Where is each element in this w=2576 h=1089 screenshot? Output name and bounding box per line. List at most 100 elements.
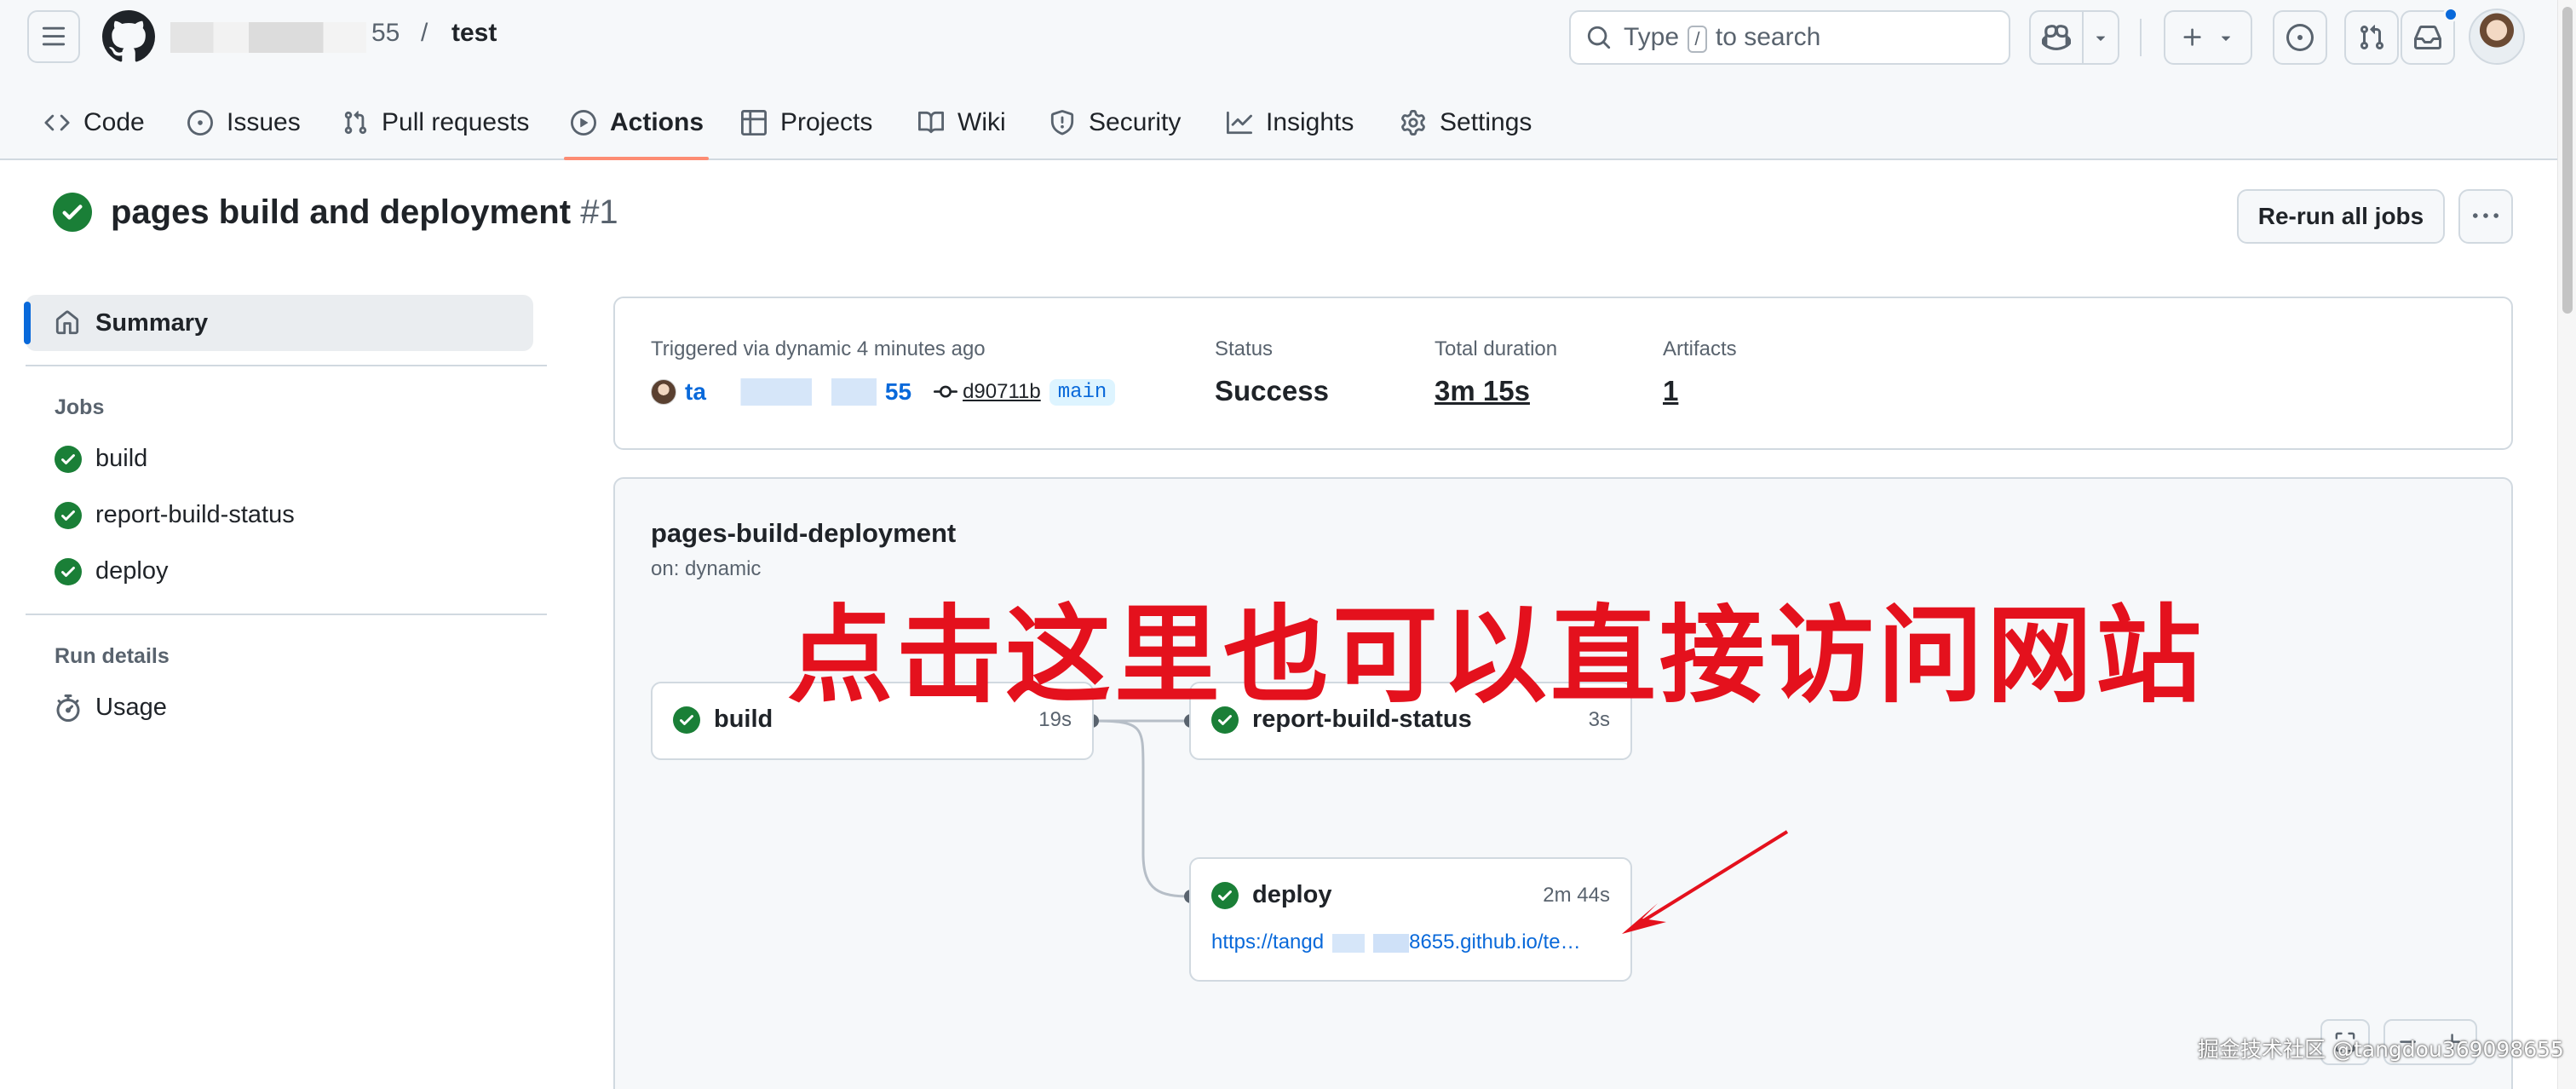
copilot-dropdown-button[interactable]	[2084, 12, 2118, 63]
actor-name-suffix[interactable]: 55	[885, 378, 911, 406]
user-avatar[interactable]	[2469, 9, 2525, 65]
branch-label[interactable]: main	[1049, 378, 1116, 406]
job-node-duration: 2m 44s	[1543, 883, 1610, 907]
tab-label: Pull requests	[382, 108, 530, 136]
sidebar-divider	[26, 365, 547, 366]
home-icon	[55, 310, 79, 335]
notifications-button[interactable]	[2401, 7, 2458, 65]
workflow-name: pages-build-deployment	[651, 518, 957, 548]
duration-label: Total duration	[1435, 337, 1558, 360]
job-label: report-build-status	[95, 501, 295, 528]
play-icon	[569, 108, 598, 137]
check-circle-fill-icon	[55, 557, 82, 585]
tab-pull-requests[interactable]: Pull requests	[336, 85, 534, 160]
menu-button[interactable]	[27, 10, 80, 63]
search-shortcut-key: /	[1688, 25, 1707, 53]
sidebar-item-usage[interactable]: Usage	[55, 694, 167, 722]
scrollbar-thumb[interactable]	[2562, 7, 2573, 314]
tab-wiki[interactable]: Wiki	[911, 85, 1011, 160]
workflow-trigger: on: dynamic	[651, 557, 762, 580]
trigger-actor-row: ta 55 d90711b main	[651, 378, 1116, 406]
sidebar-job-deploy[interactable]: deploy	[55, 557, 168, 585]
copilot-button-group	[2029, 10, 2119, 65]
tab-label: Settings	[1440, 108, 1532, 136]
issue-opened-icon	[2286, 24, 2314, 51]
duration-link[interactable]: 3m 15s	[1435, 375, 1530, 407]
tab-label: Actions	[610, 108, 704, 136]
commit-sha: d90711b	[963, 380, 1041, 403]
git-pull-request-icon	[2360, 25, 2384, 50]
artifacts-label: Artifacts	[1663, 337, 1737, 360]
sidebar-item-label: Summary	[95, 308, 209, 337]
actor-avatar[interactable]	[651, 379, 676, 405]
tab-label: Issues	[227, 108, 301, 136]
more-actions-button[interactable]	[2458, 189, 2513, 244]
tab-issues[interactable]: Issues	[181, 85, 306, 160]
tab-insights[interactable]: Insights	[1220, 85, 1359, 160]
job-label: build	[95, 445, 148, 472]
repo-owner-redacted[interactable]	[170, 22, 366, 53]
kebab-horizontal-icon	[2473, 213, 2498, 218]
sidebar-divider	[26, 614, 547, 615]
hamburger-icon	[42, 26, 66, 46]
repo-name-link[interactable]: test	[451, 19, 497, 48]
job-node-deploy[interactable]: deploy 2m 44s https://tangd 8655.github.i…	[1189, 857, 1632, 982]
global-header: 55 / test Type / to search Code Issues P…	[0, 0, 2557, 160]
table-icon	[739, 108, 768, 137]
book-icon	[917, 108, 946, 137]
search-placeholder-suffix: to search	[1715, 22, 1821, 51]
deployment-url-redacted	[1324, 933, 1410, 953]
your-pull-requests-button[interactable]	[2344, 10, 2399, 65]
deployment-url-suffix: 8655.github.io/te…	[1409, 931, 1581, 954]
rerun-all-jobs-button[interactable]: Re-run all jobs	[2237, 189, 2445, 244]
plus-icon	[2183, 28, 2201, 46]
copilot-icon	[2042, 25, 2071, 50]
page-title: pages build and deployment #1	[111, 193, 618, 232]
tab-projects[interactable]: Projects	[734, 85, 877, 160]
create-new-button[interactable]	[2164, 10, 2252, 65]
tab-actions[interactable]: Actions	[564, 85, 710, 160]
sidebar-item-summary[interactable]: Summary	[24, 295, 533, 351]
run-summary-card: Triggered via dynamic 4 minutes ago ta 5…	[613, 297, 2513, 450]
actor-name-redacted	[714, 378, 877, 406]
repo-owner-tail[interactable]: 55	[371, 19, 400, 48]
sidebar-job-report-build-status[interactable]: report-build-status	[55, 501, 295, 529]
repo-separator: /	[421, 19, 428, 47]
triangle-down-icon	[2096, 36, 2106, 41]
actor-name-prefix[interactable]: ta	[685, 378, 706, 406]
git-commit-icon	[934, 385, 958, 398]
tab-code[interactable]: Code	[37, 85, 150, 160]
deployment-url-link[interactable]: https://tangd 8655.github.io/te…	[1211, 931, 1581, 954]
check-circle-fill-icon	[55, 445, 82, 473]
triggered-text: Triggered via dynamic 4 minutes ago	[651, 337, 986, 360]
your-issues-button[interactable]	[2273, 10, 2327, 65]
status-label: Status	[1215, 337, 1274, 360]
inbox-icon	[2414, 25, 2441, 49]
usage-label: Usage	[95, 694, 167, 721]
run-header: pages build and deployment #1	[53, 193, 618, 232]
tab-label: Wiki	[957, 108, 1006, 136]
status-value: Success	[1215, 375, 1329, 406]
sidebar-job-build[interactable]: build	[55, 445, 147, 473]
stopwatch-icon	[56, 694, 80, 722]
deployment-url-prefix: https://tangd	[1211, 931, 1325, 954]
artifacts-count-link[interactable]: 1	[1663, 375, 1678, 407]
copilot-button[interactable]	[2031, 12, 2084, 63]
job-label: deploy	[95, 557, 169, 585]
tab-label: Insights	[1266, 108, 1354, 136]
job-node-name: deploy	[1252, 881, 1332, 908]
github-logo-icon[interactable]	[101, 10, 155, 63]
graph-icon	[1225, 108, 1254, 137]
page-scrollbar[interactable]	[2557, 0, 2576, 1089]
tab-label: Projects	[780, 108, 873, 136]
header-divider	[2140, 19, 2142, 56]
tab-security[interactable]: Security	[1043, 85, 1186, 160]
run-details-heading: Run details	[55, 644, 170, 668]
check-circle-fill-icon	[55, 501, 82, 529]
search-input[interactable]: Type / to search	[1569, 10, 2010, 65]
unread-indicator	[2443, 7, 2458, 22]
check-circle-fill-icon	[53, 193, 92, 232]
tab-settings[interactable]: Settings	[1394, 85, 1537, 160]
gear-icon	[1399, 108, 1428, 137]
commit-link[interactable]: d90711b	[934, 380, 1041, 404]
